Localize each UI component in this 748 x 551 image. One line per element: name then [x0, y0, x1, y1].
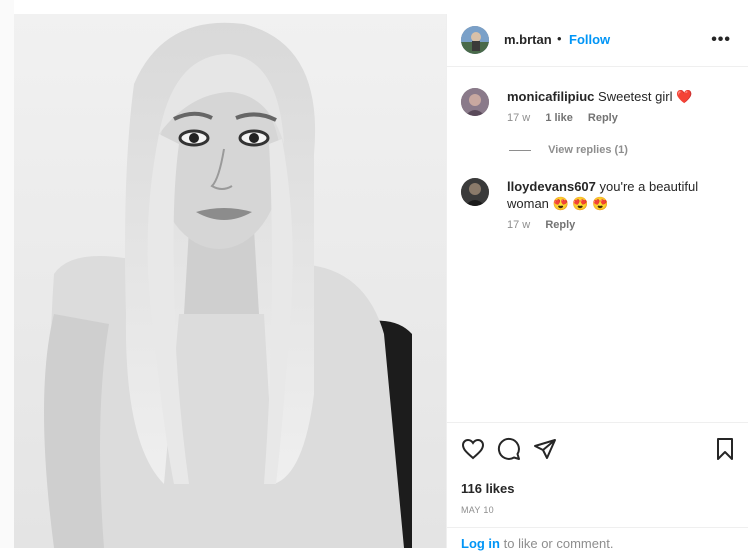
- post-photo[interactable]: [14, 14, 446, 548]
- post-date: MAY 10: [461, 505, 494, 515]
- post-actions: 116 likes MAY 10 Log in to like or comme…: [447, 422, 748, 551]
- comment-icon[interactable]: [497, 437, 521, 461]
- login-link[interactable]: Log in: [461, 536, 500, 551]
- comment-text: monicafilipiuc Sweetest girl ❤️: [507, 88, 737, 105]
- comment-body: Sweetest girl: [598, 89, 673, 104]
- likes-count[interactable]: 116 likes: [461, 481, 515, 496]
- commenter-avatar[interactable]: [461, 88, 489, 116]
- comment-item: lloydevans607 you're a beautiful woman 😍…: [461, 178, 737, 248]
- comment-item: monicafilipiuc Sweetest girl ❤️ 17 w 1 l…: [461, 88, 737, 148]
- heart-eyes-emoji: 😍 😍 😍: [552, 196, 609, 211]
- commenter-avatar[interactable]: [461, 178, 489, 206]
- paper-plane-icon[interactable]: [533, 437, 557, 461]
- reply-button[interactable]: Reply: [545, 219, 575, 231]
- page-gutter: [0, 0, 14, 548]
- post-panel: m.brtan • Follow ••• monicafilipiuc Swee…: [446, 14, 748, 551]
- heart-icon[interactable]: [461, 437, 485, 461]
- author-avatar[interactable]: [461, 26, 489, 54]
- more-icon[interactable]: •••: [711, 31, 731, 49]
- comment-text: lloydevans607 you're a beautiful woman 😍…: [507, 178, 737, 212]
- follow-button[interactable]: Follow: [569, 32, 610, 47]
- header-separator: •: [557, 31, 562, 46]
- comment-likes[interactable]: 1 like: [545, 112, 573, 124]
- comment-meta: 17 w 1 like Reply: [507, 112, 630, 124]
- bookmark-icon[interactable]: [713, 437, 737, 461]
- commenter-username[interactable]: lloydevans607: [507, 179, 596, 194]
- reply-button[interactable]: Reply: [588, 112, 618, 124]
- post-header: m.brtan • Follow •••: [447, 14, 748, 67]
- commenter-username[interactable]: monicafilipiuc: [507, 89, 594, 104]
- author-username[interactable]: m.brtan: [504, 32, 552, 47]
- post-image: [14, 14, 446, 548]
- login-prompt: Log in to like or comment.: [447, 527, 748, 551]
- login-suffix: to like or comment.: [503, 536, 614, 551]
- view-replies-button[interactable]: View replies (1): [509, 144, 628, 156]
- comment-age: 17 w: [507, 219, 531, 231]
- view-replies-label: View replies (1): [548, 144, 628, 156]
- heart-emoji: ❤️: [676, 89, 693, 104]
- replies-divider: [509, 149, 531, 151]
- comment-meta: 17 w Reply: [507, 219, 587, 231]
- comment-age: 17 w: [507, 112, 531, 124]
